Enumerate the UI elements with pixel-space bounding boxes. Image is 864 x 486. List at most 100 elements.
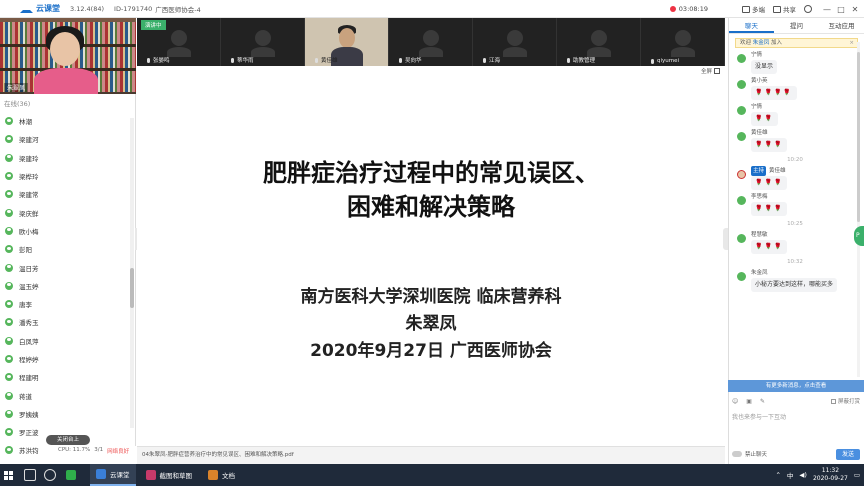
- welcome-banner: 欢迎 朱金凤 加入 ×: [735, 38, 858, 48]
- user-icon: [5, 263, 13, 272]
- clock-time: 11:32: [821, 467, 840, 474]
- share-button[interactable]: 共享: [773, 4, 796, 14]
- video-tile-label: 吴向华: [405, 58, 422, 64]
- participant-item[interactable]: 潘秀玉: [0, 313, 130, 331]
- participant-item[interactable]: 温玉婷: [0, 277, 130, 295]
- chat-sender: 程慧敏: [751, 232, 768, 238]
- mic-icon: [147, 57, 150, 63]
- search-icon[interactable]: [24, 469, 36, 481]
- participant-item[interactable]: 梁桦玲: [0, 167, 130, 185]
- notification-icon[interactable]: ▭: [854, 471, 860, 479]
- user-icon: [5, 281, 13, 290]
- participant-item[interactable]: 梁建玲: [0, 149, 130, 167]
- tab-interactive-apps[interactable]: 互动应用: [819, 18, 864, 33]
- participant-item[interactable]: 梁建河: [0, 130, 130, 148]
- pen-icon[interactable]: ✎: [760, 398, 765, 405]
- clock[interactable]: 11:32 2020-09-27: [813, 467, 848, 483]
- new-message-bar[interactable]: 有更多新消息，点击查看: [728, 380, 864, 392]
- video-tile-label: 蒂华雨: [237, 58, 254, 64]
- avatar: [737, 132, 746, 141]
- participant-item[interactable]: 蒋道: [0, 386, 130, 404]
- tab-questions[interactable]: 提问: [774, 18, 819, 33]
- slide-title-line-1: 肥胖症治疗过程中的常见误区、: [263, 159, 599, 187]
- user-icon: [5, 355, 13, 363]
- network-status: 网络良好: [107, 449, 130, 455]
- video-tile[interactable]: 助教管理: [557, 18, 641, 66]
- chat-toolbar: ☺ ▣ ✎ 屏蔽打赏: [732, 397, 860, 406]
- task-view-icon[interactable]: [44, 469, 56, 481]
- chevron-up-icon[interactable]: ⌃: [775, 471, 780, 479]
- user-placeholder-icon: [251, 30, 275, 57]
- participant-item[interactable]: 程婷婷: [0, 350, 130, 368]
- gear-icon[interactable]: [804, 5, 812, 13]
- participant-name: 程建明: [19, 374, 39, 383]
- video-tile[interactable]: 蒂华雨: [221, 18, 305, 66]
- self-video[interactable]: 朱翠凤: [0, 18, 136, 94]
- chat-message: 黄佳雄 🌹🌹🌹: [733, 128, 857, 154]
- speaker-icon[interactable]: ◀): [799, 471, 807, 479]
- participant-item[interactable]: 欧小梅: [0, 222, 130, 240]
- tab-chat[interactable]: 聊天: [729, 18, 774, 33]
- participant-item[interactable]: 彭阳: [0, 240, 130, 258]
- chat-input[interactable]: 我也来参与一下互动: [732, 412, 858, 442]
- user-placeholder-icon: [167, 30, 191, 57]
- cpu-extra: 3/1: [94, 447, 104, 453]
- taskbar-app-snip[interactable]: 截图和草图: [140, 464, 199, 486]
- participant-item[interactable]: 梁建常: [0, 185, 130, 203]
- fullscreen-button[interactable]: 全屏: [701, 67, 721, 75]
- avatar: [737, 170, 746, 179]
- meeting-name: 广西医师协会-4: [155, 5, 201, 14]
- participant-item[interactable]: 林潮: [0, 112, 130, 130]
- minimize-icon[interactable]: —: [822, 5, 832, 14]
- ban-chat-toggle[interactable]: [732, 451, 742, 457]
- floating-tool-button[interactable]: P: [854, 226, 864, 246]
- folder-icon: [208, 470, 218, 480]
- video-tile[interactable]: 吴向华: [389, 18, 473, 66]
- video-tile[interactable]: 江海: [473, 18, 557, 66]
- ime-indicator[interactable]: 中: [787, 470, 794, 480]
- user-icon: [5, 428, 13, 437]
- participant-item[interactable]: 梁庆鲜: [0, 203, 130, 221]
- video-tile[interactable]: qiyumei: [641, 18, 725, 66]
- taskbar-app-yunketang[interactable]: 云课堂: [90, 464, 136, 486]
- chat-sender: 朱金凤: [751, 270, 768, 276]
- video-tile-label: 黄佳雄: [321, 58, 338, 64]
- user-icon: [5, 409, 13, 418]
- video-tile-label: qiyumei: [657, 58, 680, 64]
- participant-name: 欧小梅: [19, 227, 39, 236]
- participant-item[interactable]: 温日芳: [0, 258, 130, 276]
- start-button[interactable]: [0, 464, 16, 486]
- slide-subtitle: 南方医科大学深圳医院 临床营养科 朱翠凤 2020年9月27日 广西医师协会: [137, 284, 725, 365]
- participant-item[interactable]: 程建明: [0, 368, 130, 386]
- chat-scrollbar[interactable]: [857, 42, 860, 377]
- chat-sender: 黄小英: [751, 78, 768, 84]
- participant-scrollbar[interactable]: [130, 118, 134, 428]
- chat-bubble: 🌹🌹: [751, 112, 778, 126]
- participant-name: 林潮: [19, 118, 32, 127]
- participant-name: 梁桦玲: [19, 173, 39, 182]
- video-strip: 张晏鸣 蒂华雨 黄佳雄 吴向华 江海 助教管理 qiyumei: [137, 18, 725, 66]
- mute-reward-checkbox[interactable]: 屏蔽打赏: [830, 397, 860, 405]
- close-icon[interactable]: ×: [849, 39, 854, 48]
- send-button[interactable]: 发送: [836, 448, 860, 460]
- app-logo: 云课堂: [20, 3, 60, 14]
- participant-item[interactable]: 唐李: [0, 295, 130, 313]
- video-tile[interactable]: 黄佳雄: [305, 18, 389, 66]
- presentation-slide: 肥胖症治疗过程中的常见误区、 困难和解决策略 南方医科大学深圳医院 临床营养科 …: [137, 77, 725, 444]
- close-icon[interactable]: ✕: [850, 5, 860, 14]
- user-icon: [5, 153, 13, 162]
- user-icon: [5, 245, 13, 254]
- title-bar: 云课堂 3.12.4(84) ID-1791740 广西医师协会-4 03:08…: [0, 0, 864, 18]
- emoji-icon[interactable]: ☺: [732, 398, 738, 405]
- maximize-icon[interactable]: □: [836, 5, 846, 14]
- taskbar-app-doc[interactable]: 文档: [202, 464, 241, 486]
- close-stage-button[interactable]: 关闭台上: [46, 435, 90, 445]
- taskbar-app-s[interactable]: [60, 464, 86, 486]
- participant-item[interactable]: 白凤萍: [0, 332, 130, 350]
- avatar: [737, 234, 746, 243]
- image-icon[interactable]: ▣: [746, 398, 752, 405]
- app-version: 3.12.4(84): [70, 4, 105, 13]
- slide-author: 朱翠凤: [405, 314, 457, 334]
- participant-item[interactable]: 罗姨姨: [0, 405, 130, 423]
- multiscreen-button[interactable]: 多端: [742, 4, 765, 14]
